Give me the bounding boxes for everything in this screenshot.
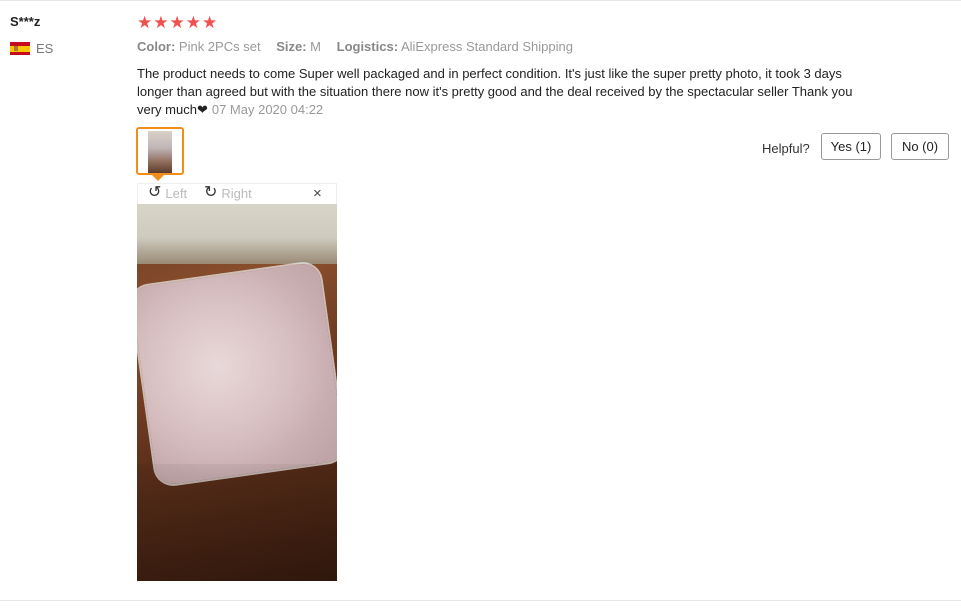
rotate-right-button[interactable]: ↻ Right <box>204 185 252 201</box>
review-photo-thumbnail[interactable] <box>136 127 184 175</box>
reviewer-name: S***z <box>10 14 41 29</box>
rotate-right-label: Right <box>221 185 252 201</box>
no-label: No (0) <box>901 139 939 154</box>
photo-viewer-toolbar: ↺ Left ↻ Right × <box>137 183 337 204</box>
star-icon: ★ <box>153 13 169 32</box>
helpful-yes-button[interactable]: Yes (1) <box>821 133 881 160</box>
logistics-value: AliExpress Standard Shipping <box>400 39 573 54</box>
rotate-right-icon: ↻ <box>204 184 218 201</box>
review-date: 07 May 2020 04:22 <box>211 102 324 117</box>
spain-flag-icon <box>10 42 30 55</box>
review-photo <box>137 204 337 581</box>
yes-label: Yes (1) <box>830 139 872 154</box>
size-label: Size: <box>276 39 307 54</box>
reviewer-country: ES <box>10 41 53 56</box>
bottom-divider <box>0 600 961 601</box>
top-divider <box>0 0 961 1</box>
size-value: M <box>310 39 321 54</box>
star-icon: ★ <box>137 13 153 32</box>
star-icon: ★ <box>185 13 201 32</box>
helpful-label: Helpful? <box>762 141 810 156</box>
star-rating: ★ ★ ★ ★ ★ <box>137 14 937 32</box>
thumbnail-pointer <box>152 175 164 181</box>
review-text-block: The product needs to come Super well pac… <box>137 65 857 119</box>
reviewer-info: S***z ES <box>10 14 53 56</box>
review-body: ★ ★ ★ ★ ★ Color: Pink 2PCs set Size: M L… <box>137 14 937 118</box>
rotate-left-icon: ↺ <box>148 184 162 201</box>
rotate-left-label: Left <box>165 185 188 201</box>
star-icon: ★ <box>202 13 218 32</box>
logistics-label: Logistics: <box>336 39 399 54</box>
helpful-no-button[interactable]: No (0) <box>891 133 949 160</box>
color-label: Color: <box>137 39 176 54</box>
rotate-left-button[interactable]: ↺ Left <box>148 185 187 201</box>
order-attributes: Color: Pink 2PCs set Size: M Logistics: … <box>137 39 585 54</box>
country-code: ES <box>36 41 54 56</box>
color-value: Pink 2PCs set <box>178 39 261 54</box>
thumbnail-image <box>148 131 172 173</box>
star-icon: ★ <box>169 13 185 32</box>
close-icon[interactable]: × <box>313 185 322 202</box>
